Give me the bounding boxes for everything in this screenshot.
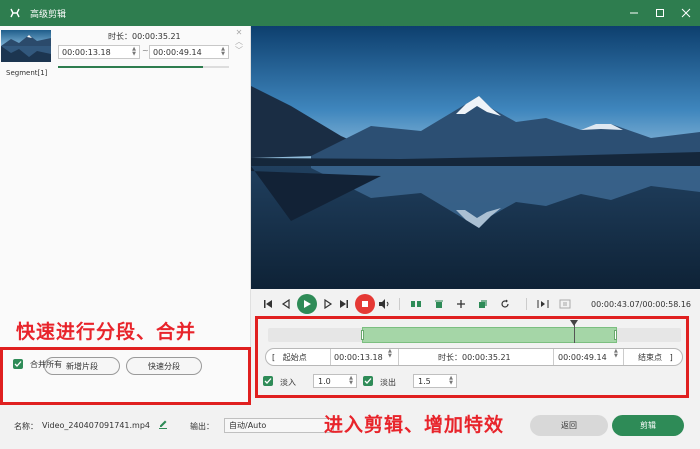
remove-segment-icon[interactable]: ✕ xyxy=(233,28,245,37)
segment-duration: 时长：00:00:35.21 xyxy=(108,32,181,41)
title-bar: 高级剪辑 xyxy=(0,0,700,26)
highlight-box-left xyxy=(0,347,251,405)
annotation-right: 进入剪辑、增加特效 xyxy=(324,414,505,436)
highlight-box-right xyxy=(255,316,689,398)
segment-start-field[interactable]: 00:00:13.18 ▲ ▼ xyxy=(58,45,140,59)
time-readout: 00:00:43.07/00:00:58.16 xyxy=(591,300,691,309)
minimize-icon[interactable] xyxy=(628,7,640,19)
segment-progress-bar xyxy=(58,66,229,68)
close-icon[interactable] xyxy=(680,7,692,19)
start-stepper-icon[interactable]: ▲ ▼ xyxy=(131,47,137,57)
annotation-left: 快速进行分段、合并 xyxy=(16,321,197,343)
name-label: 名称： xyxy=(14,422,38,431)
segment-end-value: 00:00:49.14 xyxy=(153,47,202,57)
end-stepper-icon[interactable]: ▲ ▼ xyxy=(220,47,226,57)
app-logo-icon xyxy=(8,6,22,20)
segment-label: Segment[1] xyxy=(6,69,48,77)
back-button[interactable]: 返回 xyxy=(530,415,608,436)
fullscreen-icon[interactable] xyxy=(558,297,572,311)
volume-icon[interactable] xyxy=(377,297,391,311)
split-icon[interactable] xyxy=(409,297,423,311)
play-button[interactable] xyxy=(297,294,317,314)
time-separator: ~ xyxy=(142,46,149,55)
go-to-mark-icon[interactable] xyxy=(536,297,550,311)
segment-panel: Segment[1] 时长：00:00:35.21 00:00:13.18 ▲ ▼… xyxy=(0,26,251,402)
playback-controls: 00:00:43.07/00:00:58.16 xyxy=(251,289,700,319)
jump-start-icon[interactable] xyxy=(261,297,275,311)
output-value: 自动/Auto xyxy=(229,421,267,430)
step-forward-icon[interactable] xyxy=(321,297,335,311)
divider xyxy=(399,298,400,310)
merge-all-checkbox[interactable] xyxy=(13,359,23,369)
merge-all-label: 合并所有 xyxy=(30,360,62,369)
video-preview xyxy=(251,26,700,289)
move-up-icon[interactable]: ︿ xyxy=(233,37,245,46)
jump-end-icon[interactable] xyxy=(337,297,351,311)
segment-card[interactable]: Segment[1] 时长：00:00:35.21 00:00:13.18 ▲ ▼… xyxy=(0,26,251,81)
delete-icon[interactable] xyxy=(432,297,446,311)
divider xyxy=(526,298,527,310)
window-title: 高级剪辑 xyxy=(30,9,67,20)
add-icon[interactable] xyxy=(454,297,468,311)
output-label: 输出： xyxy=(190,422,214,431)
copy-icon[interactable] xyxy=(476,297,490,311)
file-name: Video_240407091741.mp4 xyxy=(42,421,150,430)
quick-split-button[interactable]: 快速分段 xyxy=(126,357,202,375)
segment-start-value: 00:00:13.18 xyxy=(62,47,111,57)
cut-button[interactable]: 剪辑 xyxy=(612,415,684,436)
edit-name-icon[interactable] xyxy=(158,419,168,431)
segment-thumbnail xyxy=(1,30,51,62)
reset-icon[interactable] xyxy=(498,297,512,311)
stop-button[interactable] xyxy=(355,294,375,314)
output-select[interactable]: 自动/Auto xyxy=(224,418,334,433)
segment-end-field[interactable]: 00:00:49.14 ▲ ▼ xyxy=(149,45,229,59)
maximize-icon[interactable] xyxy=(654,7,666,19)
move-down-icon[interactable]: ﹀ xyxy=(233,46,245,55)
step-back-icon[interactable] xyxy=(279,297,293,311)
